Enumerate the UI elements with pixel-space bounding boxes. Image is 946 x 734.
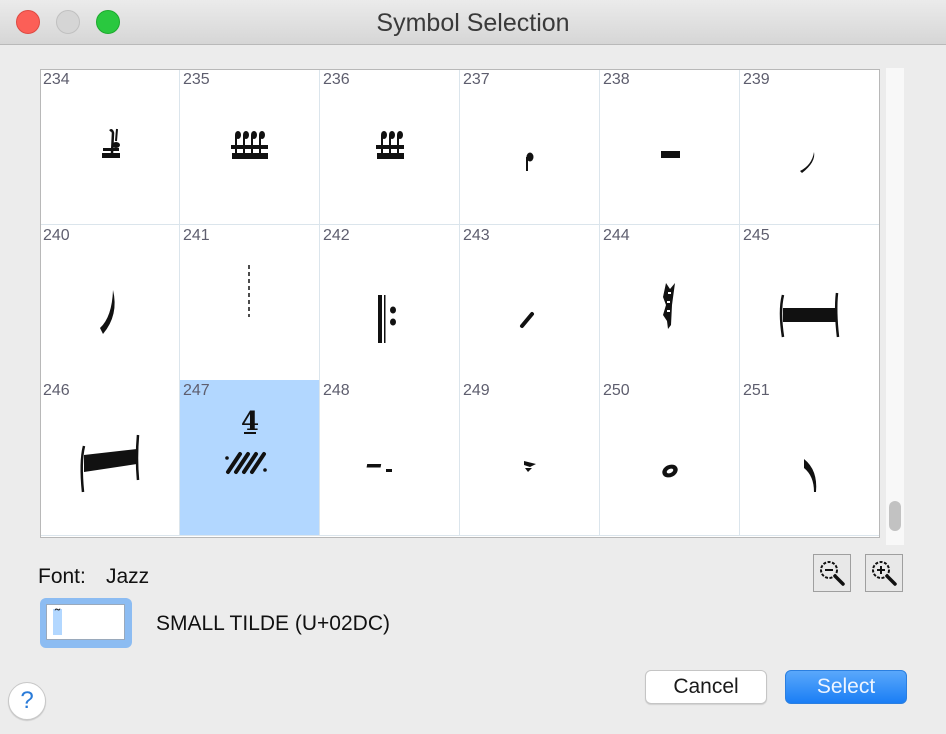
fall-curve-long-icon bbox=[100, 289, 115, 334]
title-bar: Symbol Selection bbox=[0, 0, 946, 45]
help-button[interactable]: ? bbox=[8, 682, 46, 720]
arpeggio-wavy-icon bbox=[663, 282, 675, 329]
select-button[interactable]: Select bbox=[785, 670, 907, 704]
symbol-cell[interactable]: 242 bbox=[320, 224, 460, 381]
fall-curve-short-icon bbox=[800, 152, 815, 173]
symbol-cell[interactable]: 248 bbox=[320, 380, 460, 536]
symbol-cell[interactable]: 241 bbox=[180, 224, 320, 381]
symbol-cell[interactable]: 238 bbox=[600, 70, 740, 225]
character-description: SMALL TILDE (U+02DC) bbox=[156, 612, 390, 635]
symbol-cell[interactable]: 246 bbox=[41, 380, 180, 536]
font-label: Font: bbox=[38, 565, 86, 588]
font-name: Jazz bbox=[106, 565, 150, 588]
symbol-cell[interactable]: 249 bbox=[460, 380, 600, 536]
character-input[interactable]: ˜ bbox=[46, 604, 125, 640]
breath-curve-icon bbox=[804, 459, 817, 492]
symbol-cell[interactable]: 239 bbox=[740, 70, 879, 225]
symbol-cell[interactable]: 247 4 bbox=[180, 380, 320, 536]
multi-rest-bar-icon bbox=[779, 292, 840, 337]
symbol-cell[interactable]: 236 bbox=[320, 70, 460, 225]
scrollbar-thumb[interactable] bbox=[889, 501, 901, 531]
zoom-in-button[interactable] bbox=[865, 554, 903, 592]
repeat-start-icon bbox=[378, 294, 396, 343]
symbol-cell[interactable]: 234 bbox=[41, 70, 180, 225]
four-grace-notes-beamed-icon bbox=[231, 131, 268, 159]
quarter-rest-small-icon bbox=[524, 461, 536, 472]
symbol-cell[interactable]: 243 bbox=[460, 224, 600, 381]
cancel-button[interactable]: Cancel bbox=[645, 670, 767, 704]
zoom-out-icon bbox=[820, 561, 845, 586]
symbol-cell[interactable]: 240 bbox=[41, 224, 180, 381]
character-input-value: ˜ bbox=[53, 608, 62, 635]
zoom-out-button[interactable] bbox=[813, 554, 851, 592]
dashed-barline-icon bbox=[248, 264, 250, 317]
half-rest-small-icon bbox=[366, 464, 392, 472]
small-note-head-stem-icon bbox=[526, 152, 534, 171]
symbol-cell[interactable]: 244 bbox=[600, 224, 740, 381]
symbol-cell[interactable]: 251 bbox=[740, 380, 879, 536]
slash-short-icon bbox=[520, 311, 534, 328]
symbol-cell[interactable]: 235 bbox=[180, 70, 320, 225]
multi-rest-slanted-icon bbox=[80, 434, 140, 493]
zoom-in-icon bbox=[872, 561, 897, 586]
note-head-oval-icon bbox=[662, 464, 678, 478]
four-slash-repeat-icon: 4 bbox=[225, 407, 267, 474]
vertical-scrollbar[interactable] bbox=[886, 68, 904, 545]
grace-note-beamed-single-icon bbox=[102, 128, 120, 158]
whole-rest-bar-icon bbox=[661, 151, 680, 158]
symbol-cell[interactable]: 250 bbox=[600, 380, 740, 536]
symbol-cell[interactable]: 237 bbox=[460, 70, 600, 225]
symbol-grid: 234 235 236 237 238 239 240 241 242 243 244 245 246 2… bbox=[40, 69, 880, 538]
symbol-cell[interactable]: 245 bbox=[740, 224, 879, 381]
window-title: Symbol Selection bbox=[376, 9, 570, 37]
three-grace-notes-beamed-icon bbox=[376, 131, 404, 159]
